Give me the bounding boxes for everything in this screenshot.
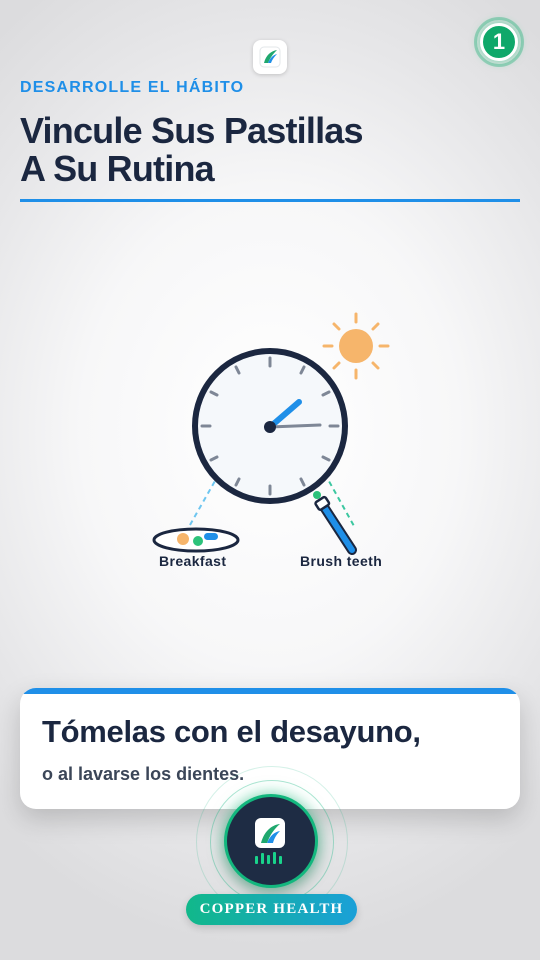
section-kicker: DESARROLLE EL HÁBITO	[20, 79, 245, 96]
plate-icon	[152, 527, 240, 553]
title-line-2: A Su Rutina	[20, 148, 215, 189]
page-title: Vincule Sus Pastillas A Su Rutina	[20, 112, 520, 188]
title-divider	[20, 199, 520, 202]
copper-health-logo-icon	[255, 818, 285, 864]
card-accent-bar	[20, 688, 520, 694]
sun-icon	[322, 312, 390, 380]
clock-icon	[192, 348, 348, 504]
step-indicator: 1	[474, 17, 524, 67]
brand-name-pill: COPPER HEALTH	[186, 894, 357, 925]
brand-button[interactable]	[224, 794, 318, 888]
title-line-1: Vincule Sus Pastillas	[20, 110, 364, 151]
card-subtext: o al lavarse los dientes.	[42, 764, 245, 784]
brush-teeth-label: Brush teeth	[300, 553, 383, 569]
routine-illustration	[152, 312, 390, 555]
breakfast-label: Breakfast	[159, 553, 227, 569]
app-logo-icon	[253, 40, 287, 74]
step-number: 1	[480, 23, 518, 61]
card-headline: Tómelas con el desayuno,	[42, 714, 421, 749]
toothbrush-icon	[313, 491, 357, 555]
